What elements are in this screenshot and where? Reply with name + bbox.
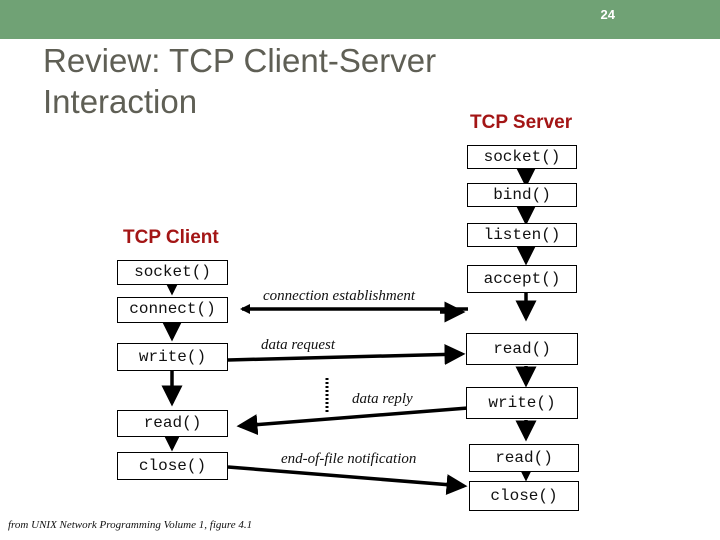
- source-caption: from UNIX Network Programming Volume 1, …: [8, 519, 253, 531]
- client-step-socket: socket(): [117, 260, 228, 285]
- server-step-bind: bind(): [467, 183, 577, 207]
- client-step-write: write(): [117, 343, 228, 371]
- label-data-request: data request: [261, 337, 336, 353]
- label-data-reply: data reply: [352, 391, 413, 407]
- label-connection-establishment: connection establishment: [263, 288, 416, 304]
- label-eof-notification: end-of-file notification: [281, 451, 417, 467]
- client-step-close: close(): [117, 452, 228, 480]
- data-reply-arrow: [236, 406, 469, 436]
- server-step-read-eof: read(): [469, 444, 579, 472]
- server-step-close: close(): [469, 481, 579, 511]
- client-step-read: read(): [117, 410, 228, 437]
- data-request-arrow: [227, 343, 466, 365]
- connection-arrowhead-client: [240, 304, 250, 314]
- client-step-connect: connect(): [117, 297, 228, 323]
- server-step-read: read(): [466, 333, 578, 365]
- server-step-write: write(): [466, 387, 578, 419]
- server-step-socket: socket(): [467, 145, 577, 169]
- server-step-listen: listen(): [467, 223, 577, 247]
- server-step-accept: accept(): [467, 265, 577, 293]
- eof-arrow: [227, 465, 468, 496]
